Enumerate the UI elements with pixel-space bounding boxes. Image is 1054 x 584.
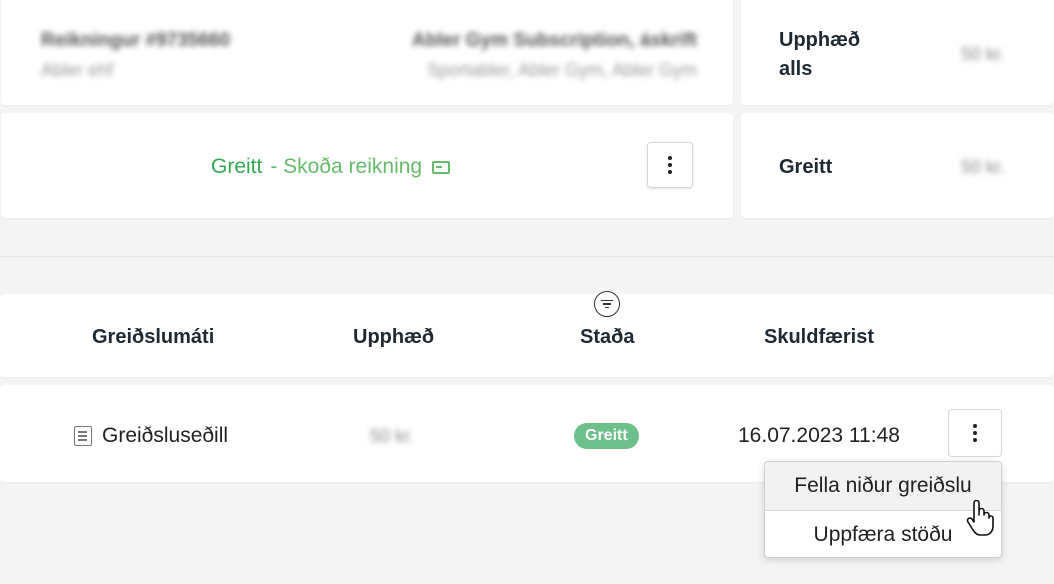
invoice-identity: Reikningur #9735660 Abler ehf [41,30,230,81]
total-amount-card: Upphæð alls 50 kr. [741,0,1054,105]
payment-method-cell: Greiðsluseðill [74,424,228,448]
filter-icon[interactable] [594,291,620,317]
invoice-more-button[interactable] [647,142,693,188]
column-header-charge-date: Skuldfærist [764,326,875,348]
view-invoice-link[interactable]: - Skoða reikning [270,155,422,179]
receipt-icon[interactable] [432,160,451,174]
row-more-button[interactable] [948,409,1002,457]
hand-pointer-cursor [966,500,994,536]
paid-amount-card: Greitt 50 kr. [741,113,1054,218]
column-header-status: Staða [580,326,635,348]
invoice-info-card: Reikningur #9735660 Abler ehf Abler Gym … [1,0,733,105]
subscription-name: Abler Gym Subscription, áskrift [411,30,697,51]
invoice-status-card: Greitt - Skoða reikning [1,113,733,218]
payments-table-header: Greiðslumáti Upphæð Staða Skuldfærist [0,294,1054,377]
invoice-number: Reikningur #9735660 [41,30,231,51]
charge-date: 16.07.2023 11:48 [738,424,900,447]
invoice-customer: Abler ehf [41,60,114,80]
paid-label: Greitt [779,156,833,178]
more-vertical-icon [668,156,672,174]
invoice-status-line: Greitt - Skoða reikning [211,155,451,179]
subscription-products: Sportabler, Abler Gym, Abler Gym [426,60,697,80]
invoice-subscription: Abler Gym Subscription, áskrift Sportabl… [412,30,697,81]
section-divider [0,256,1054,257]
paid-value: 50 kr. [961,157,1006,177]
invoice-status: Greitt [211,155,263,178]
column-header-method: Greiðslumáti [92,326,215,348]
status-badge: Greitt [574,423,639,449]
total-value: 50 kr. [961,44,1006,64]
payment-amount: 50 kr. [370,426,415,446]
total-label: Upphæð alls [779,29,861,80]
invoice-document-icon [74,426,92,446]
column-header-amount: Upphæð [353,326,435,348]
more-vertical-icon [973,424,977,442]
payment-method: Greiðsluseðill [102,424,229,447]
